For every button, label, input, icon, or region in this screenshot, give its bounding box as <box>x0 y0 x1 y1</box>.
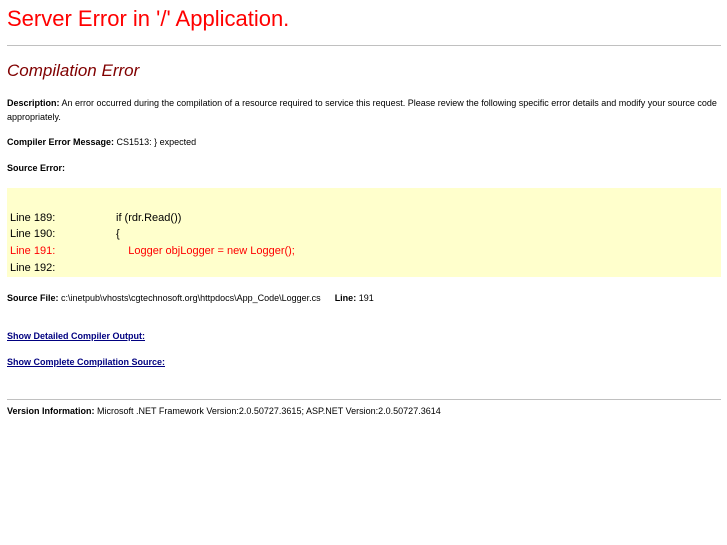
version-information: Version Information: Microsoft .NET Fram… <box>7 404 719 418</box>
compiler-message: Compiler Error Message: CS1513: } expect… <box>7 135 719 149</box>
show-complete-compilation-source-link[interactable]: Show Complete Compilation Source: <box>7 357 165 367</box>
line-code: if (rdr.Read()) <box>116 212 182 224</box>
line-value: 191 <box>356 293 374 303</box>
version-label: Version Information: <box>7 406 95 416</box>
source-file-label: Source File: <box>7 293 59 303</box>
show-detailed-compiler-output-link[interactable]: Show Detailed Compiler Output: <box>7 331 145 341</box>
source-file-info: Source File: c:\inetpub\vhosts\cgtechnos… <box>7 291 719 305</box>
divider-top <box>7 45 721 46</box>
source-error-label: Source Error: <box>7 163 66 173</box>
line-code: { <box>116 228 120 240</box>
line-number: Line 192: <box>10 262 56 274</box>
code-line: Line 189: if (rdr.Read()) <box>10 210 181 226</box>
error-heading: Compilation Error <box>7 61 140 80</box>
page-title: Server Error in '/' Application. <box>7 6 290 31</box>
source-file-path: c:\inetpub\vhosts\cgtechnosoft.org\httpd… <box>58 293 321 303</box>
description-paragraph: Description: An error occurred during th… <box>7 96 719 124</box>
line-number: Line 189: <box>10 212 56 224</box>
code-line: Line 192: <box>10 260 116 276</box>
description-text: An error occurred during the compilation… <box>7 98 717 122</box>
version-text: Microsoft .NET Framework Version:2.0.507… <box>94 406 441 416</box>
compiler-message-text: CS1513: } expected <box>114 137 197 147</box>
line-number: Line 191: <box>10 245 56 257</box>
description-label: Description: <box>7 98 60 108</box>
source-error-heading: Source Error: <box>7 161 719 175</box>
compiler-message-label: Compiler Error Message: <box>7 137 115 147</box>
line-number: Line 190: <box>10 228 56 240</box>
code-line-error: Line 191: Logger objLogger = new Logger(… <box>10 243 295 259</box>
divider-bottom <box>7 399 721 400</box>
code-line: Line 190: { <box>10 226 120 242</box>
line-code: Logger objLogger = new Logger(); <box>116 245 295 257</box>
line-label: Line: <box>334 293 357 303</box>
source-code-box: Line 189: if (rdr.Read()) Line 190: { Line… <box>7 188 721 277</box>
error-page: Server Error in '/' Application. Compila… <box>0 0 727 545</box>
